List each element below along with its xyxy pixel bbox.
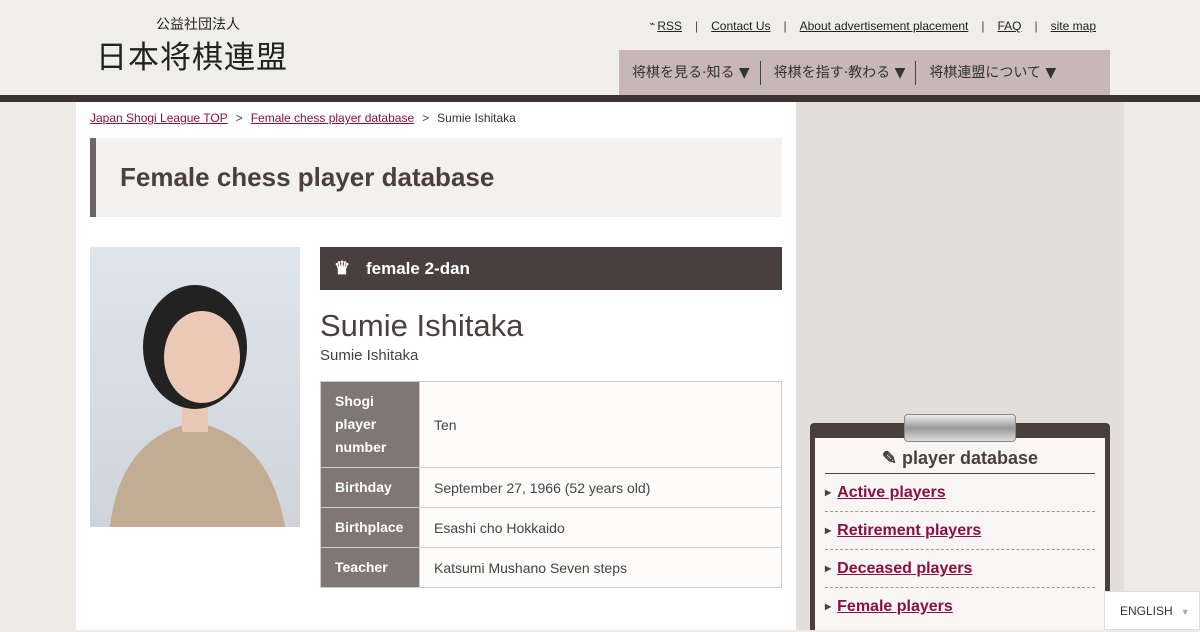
sitemap-link[interactable]: site map — [1051, 19, 1096, 33]
player-name: Sumie Ishitaka — [320, 308, 524, 343]
nav-play[interactable]: 将棋を指す·教わる ▼ — [761, 60, 917, 85]
retirement-players-link[interactable]: Retirement players — [837, 522, 981, 539]
player-photo — [90, 247, 300, 527]
language-selector[interactable]: ENGLISH ▼ — [1104, 591, 1200, 630]
rss-link[interactable]: RSS — [657, 19, 682, 33]
breadcrumb: Japan Shogi League TOP > Female chess play… — [90, 111, 516, 125]
rank-banner: ♛ female 2-dan — [320, 247, 782, 290]
rank-text: female 2-dan — [366, 259, 470, 278]
row-label: Birthday — [320, 467, 420, 508]
logo-subtitle: 公益社団法人 — [156, 17, 240, 33]
triangle-icon: ▶ — [825, 564, 832, 573]
table-row: Birthday September 27, 1966 (52 years old… — [320, 467, 782, 508]
table-row: Teacher Katsumi Mushano Seven steps — [320, 547, 782, 588]
player-name-sub: Sumie Ishitaka — [320, 347, 419, 364]
language-value: ENGLISH — [1120, 604, 1173, 618]
nav-watch[interactable]: 将棋を見る·知る ▼ — [619, 60, 761, 85]
triangle-icon: ▶ — [825, 488, 832, 497]
table-row: Shogi player number Ten — [320, 381, 782, 468]
row-value: September 27, 1966 (52 years old) — [419, 467, 782, 508]
triangle-icon: ▶ — [825, 602, 832, 611]
menu-title-text: player database — [902, 448, 1039, 468]
player-info-table: Shogi player number Ten Birthday September… — [320, 381, 782, 588]
row-value: Esashi cho Hokkaido — [419, 507, 782, 548]
table-row: Birthplace Esashi cho Hokkaido — [320, 507, 782, 548]
menu-item[interactable]: ▶ Female players — [825, 588, 1095, 626]
row-label: Shogi player number — [320, 381, 420, 468]
breadcrumb-database[interactable]: Female chess player database — [251, 111, 414, 125]
faq-link[interactable]: FAQ — [998, 19, 1022, 33]
nav-about[interactable]: 将棋連盟について ▼ — [916, 61, 1066, 85]
advertisement-link[interactable]: About advertisement placement — [800, 19, 969, 33]
portrait-image — [110, 285, 285, 527]
breadcrumb-top[interactable]: Japan Shogi League TOP — [90, 111, 228, 125]
menu-item[interactable]: ▶ Retirement players — [825, 512, 1095, 550]
row-label: Teacher — [320, 547, 420, 588]
menu-item[interactable]: ▶ Deceased players — [825, 550, 1095, 588]
menu-title: ✎ player database — [825, 438, 1095, 474]
top-links: ⌁ RSS | Contact Us | About advertisement pl… — [649, 19, 1096, 33]
page-title: Female chess player database — [90, 138, 782, 217]
breadcrumb-current: Sumie Ishitaka — [437, 111, 516, 125]
clip-icon — [904, 414, 1016, 442]
logo[interactable]: 公益社団法人 日本将棋連盟 — [96, 14, 288, 77]
global-nav: 将棋を見る·知る ▼ 将棋を指す·教わる ▼ 将棋連盟について ▼ — [619, 50, 1110, 95]
header-divider — [0, 95, 1200, 102]
player-database-menu: ✎ player database ▶ Active players ▶ Retir… — [815, 438, 1105, 630]
row-value: Ten — [419, 381, 782, 468]
chevron-down-icon: ▼ — [1180, 607, 1190, 617]
menu-item[interactable]: ▶ Active players — [825, 474, 1095, 512]
active-players-link[interactable]: Active players — [837, 484, 946, 501]
row-value: Katsumi Mushano Seven steps — [419, 547, 782, 588]
row-label: Birthplace — [320, 507, 420, 548]
crown-icon: ♛ — [334, 258, 351, 278]
header: 公益社団法人 日本将棋連盟 ⌁ RSS | Contact Us | About ad… — [0, 0, 1200, 96]
female-players-link[interactable]: Female players — [837, 598, 953, 615]
logo-title: 日本将棋連盟 — [96, 40, 288, 76]
rss-icon: ⌁ — [649, 19, 656, 30]
contact-link[interactable]: Contact Us — [711, 19, 770, 33]
deceased-players-link[interactable]: Deceased players — [837, 560, 972, 577]
triangle-icon: ▶ — [825, 526, 832, 535]
pencil-icon: ✎ — [881, 448, 902, 468]
main-content: Japan Shogi League TOP > Female chess play… — [76, 102, 796, 630]
